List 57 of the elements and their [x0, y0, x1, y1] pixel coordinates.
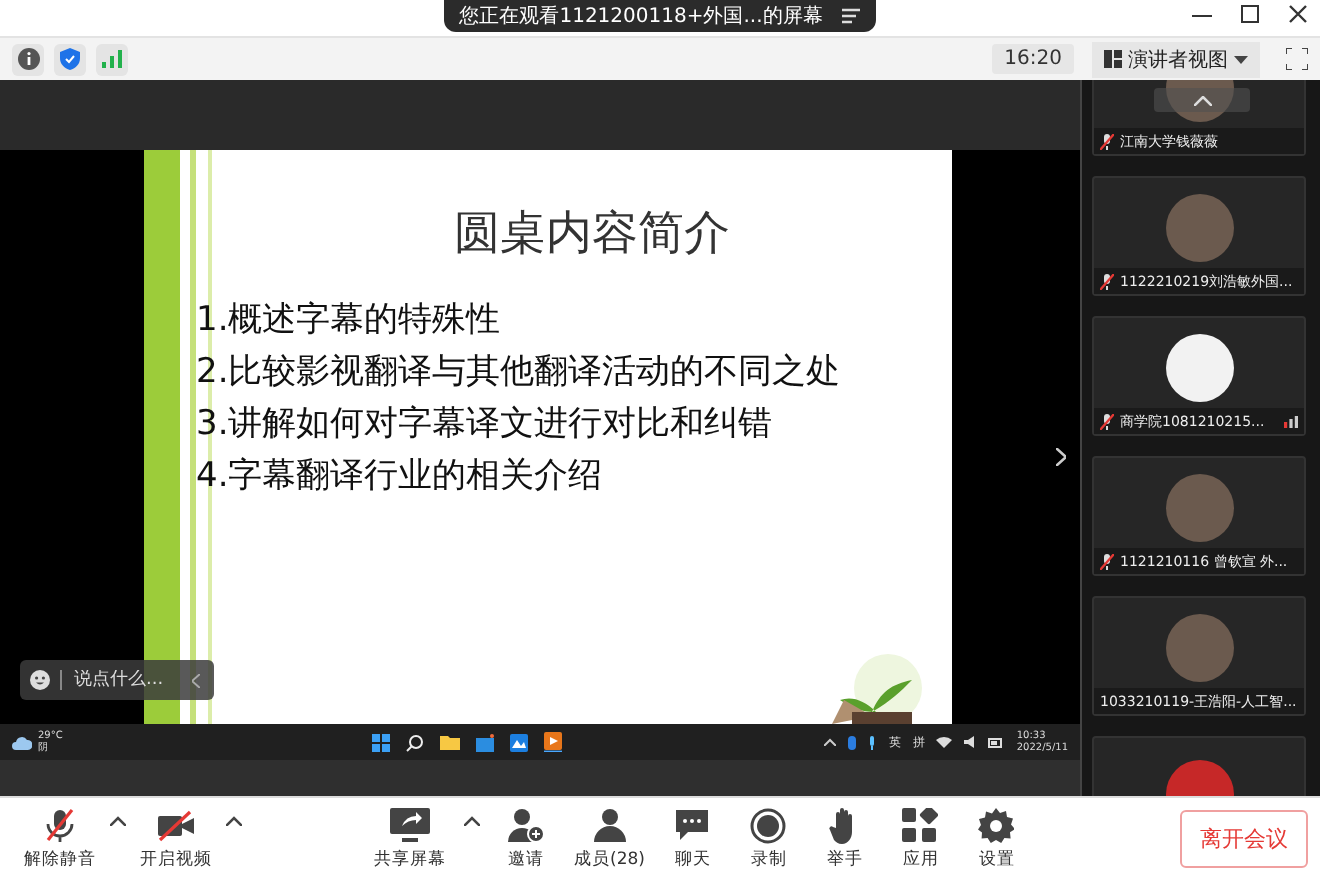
caret-icon[interactable] — [104, 815, 132, 825]
collapse-button[interactable] — [1154, 88, 1250, 112]
slide-bullet: 3.讲解如何对字幕译文进行对比和纠错 — [196, 404, 775, 444]
apps-grid-icon — [902, 807, 939, 843]
screen-share-icon — [390, 807, 430, 843]
toolbar-button[interactable]: 聊天 — [656, 803, 729, 875]
caret-icon[interactable] — [220, 815, 248, 825]
layout-icon — [1104, 50, 1122, 68]
signal-icon[interactable] — [96, 43, 128, 75]
toolbar-button[interactable]: 邀请 — [490, 803, 562, 875]
chat-bubble-icon — [674, 807, 711, 843]
settings-icon — [978, 807, 1015, 843]
toolbar-button[interactable]: 应用 — [884, 803, 957, 875]
dropdown-caret-icon — [1234, 55, 1248, 63]
toolbar-button[interactable]: 录制 — [732, 803, 805, 875]
video-off-icon — [156, 807, 196, 843]
start-icon[interactable] — [372, 733, 390, 751]
slide-bullet: 1.概述字幕的特殊性 — [196, 300, 503, 340]
leave-meeting-button[interactable]: 离开会议 — [1180, 810, 1308, 868]
info-icon[interactable] — [12, 43, 44, 75]
toolbar-button[interactable]: 举手 — [808, 803, 881, 875]
store-icon[interactable] — [476, 733, 494, 751]
chevron-right-icon[interactable] — [1056, 448, 1066, 466]
meeting-time: 16:20 — [992, 44, 1074, 74]
slide-bullet: 2.比较影视翻译与其他翻译活动的不同之处 — [196, 352, 841, 392]
cloud-icon — [12, 735, 32, 749]
slide-title: 圆桌内容简介 — [454, 206, 730, 264]
people-icon — [591, 807, 628, 843]
close-icon[interactable] — [1288, 4, 1308, 24]
chevron-up-icon — [1193, 95, 1211, 105]
maximize-icon[interactable] — [1240, 4, 1260, 24]
fullscreen-icon[interactable] — [1286, 48, 1308, 70]
view-button[interactable]: 演讲者视图 — [1092, 41, 1260, 77]
slide-bullet: 4.字幕翻译行业的相关介绍 — [196, 456, 605, 496]
shield-icon[interactable] — [54, 43, 86, 75]
toolbar-button[interactable]: 开启视频 — [132, 803, 220, 875]
search-icon[interactable] — [406, 733, 424, 751]
muted-mic-icon — [44, 807, 76, 843]
player-icon[interactable] — [544, 732, 562, 752]
toolbar-button[interactable]: 解除静音 — [16, 803, 104, 875]
menu-icon[interactable] — [842, 8, 861, 24]
emoji-icon[interactable] — [30, 670, 50, 690]
chevron-left-icon[interactable] — [192, 673, 200, 687]
caret-icon[interactable] — [824, 738, 837, 746]
battery-icon[interactable] — [988, 737, 1005, 747]
record-icon — [750, 807, 787, 843]
add-person-icon — [508, 807, 544, 843]
caret-icon[interactable] — [458, 815, 486, 825]
speaker-icon[interactable] — [964, 736, 977, 748]
folder-icon[interactable] — [440, 734, 460, 750]
app-icon[interactable] — [510, 733, 528, 751]
toolbar-button[interactable]: 共享屏幕 — [366, 803, 454, 875]
toolbar-button[interactable]: 设置 — [960, 803, 1033, 875]
bluetooth-icon[interactable] — [848, 735, 857, 749]
toolbar-button[interactable]: 成员(28) — [566, 803, 653, 875]
wifi-icon[interactable] — [936, 736, 953, 748]
sharing-banner-text: 您正在观看1121200118+外国...的屏幕 — [459, 3, 823, 30]
